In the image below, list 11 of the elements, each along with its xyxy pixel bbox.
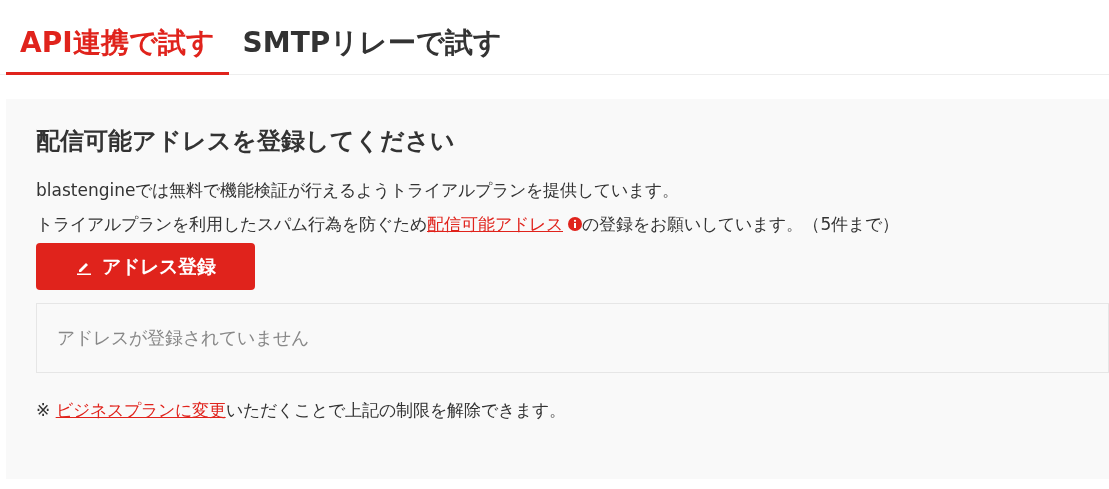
address-link[interactable]: 配信可能アドレス (427, 214, 563, 234)
notice-text: トライアルプランを利用したスパム行為を防ぐため配信可能アドレス の登録をお願いしています。（5件まで） (36, 213, 901, 236)
info-icon (568, 217, 583, 231)
tab[interactable]: API連携で試す (6, 0, 229, 75)
register-address-button[interactable]: アドレス登録 (36, 243, 255, 290)
intro-text: blastengineでは無料で機能検証が行えるようトライアルプランを提供しています。 (36, 179, 681, 202)
empty-message: アドレスが登録されていません (57, 326, 309, 350)
footer-note: ※ ビジネスプランに変更いただくことで上記の制限を解除できます。 (36, 399, 567, 422)
section-heading: 配信可能アドレスを登録してください (36, 126, 456, 157)
business-plan-link[interactable]: ビジネスプランに変更 (55, 400, 226, 420)
tab[interactable]: SMTPリレーで試す (228, 0, 517, 75)
